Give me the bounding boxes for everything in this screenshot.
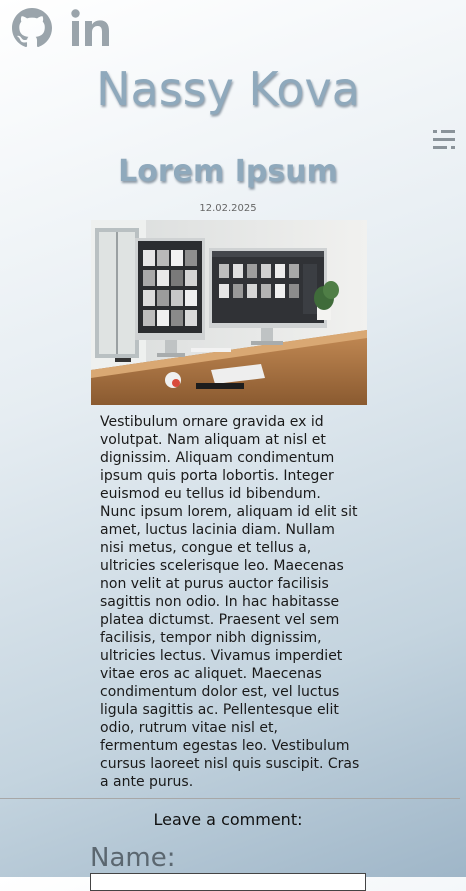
social-links [12, 8, 114, 48]
post-date: 12.02.2025 [199, 203, 257, 214]
post-image [91, 220, 367, 405]
github-icon [12, 8, 52, 48]
name-input[interactable] [90, 873, 366, 891]
comment-heading: Leave a comment: [153, 810, 303, 829]
post-body: Vestibulum ornare gravida ex id volutpat… [100, 414, 360, 790]
name-label: Name: [90, 843, 176, 873]
post-title: Lorem Ipsum [118, 154, 338, 189]
menu-icon[interactable] [432, 128, 456, 152]
linkedin-icon [71, 9, 109, 46]
github-link[interactable] [12, 8, 52, 48]
linkedin-link[interactable] [70, 8, 114, 48]
divider [0, 798, 460, 799]
site-title[interactable]: Nassy Kova [0, 64, 456, 115]
